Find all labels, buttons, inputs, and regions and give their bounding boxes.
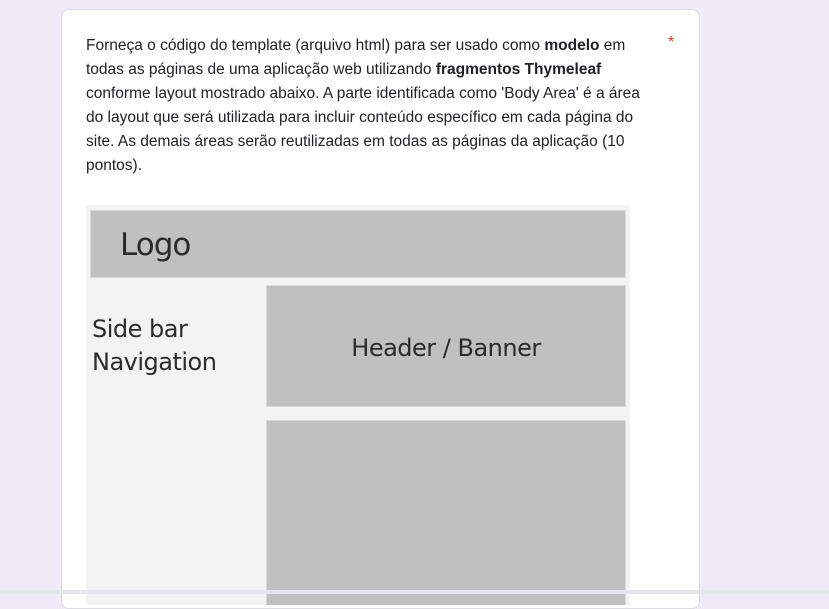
question-card: Forneça o código do template (arquivo ht… — [61, 9, 700, 609]
layout-image: Logo Side bar Navigation Header / Banner — [86, 205, 630, 605]
header-banner-label: Header / Banner — [351, 334, 541, 362]
sidebar-label-line-1: Side bar — [92, 315, 188, 343]
question-text-part-3: conforme layout mostrado abaixo. A parte… — [86, 85, 640, 174]
bottom-divider — [0, 590, 829, 594]
logo-area: Logo — [90, 210, 626, 278]
sidebar-navigation-label: Side bar Navigation — [92, 313, 262, 379]
question-text-part-1: Forneça o código do template (arquivo ht… — [86, 37, 545, 54]
logo-label: Logo — [120, 227, 191, 263]
question-bold-modelo: modelo — [544, 37, 600, 54]
question-text: Forneça o código do template (arquivo ht… — [86, 34, 646, 178]
required-asterisk: * — [668, 34, 675, 51]
body-area — [266, 420, 626, 605]
question-bold-fragmentos: fragmentos Thymeleaf — [435, 61, 602, 78]
header-banner-area: Header / Banner — [266, 285, 626, 407]
sidebar-label-line-2: Navigation — [92, 348, 217, 376]
